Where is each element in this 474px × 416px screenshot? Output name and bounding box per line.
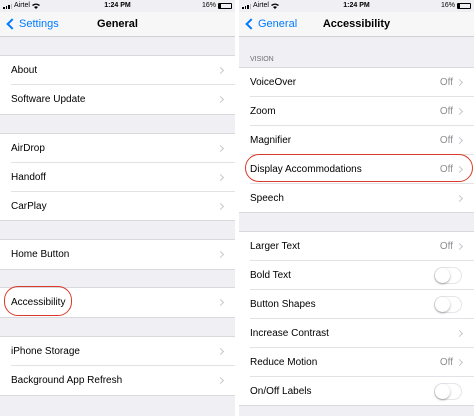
chevron-right-icon (216, 202, 225, 211)
list-item-home-button[interactable]: Home Button (0, 240, 235, 269)
list-item-voiceover[interactable]: VoiceOver Off (239, 68, 474, 97)
list-item-reduce-motion[interactable]: Reduce Motion Off (239, 348, 474, 377)
list-item-label: Background App Refresh (11, 375, 123, 386)
nav-bar: Settings General (0, 12, 235, 37)
toggle-knob (435, 384, 450, 399)
list-item-speech[interactable]: Speech (239, 184, 474, 213)
chevron-right-icon (455, 329, 464, 338)
battery-percent: 16% (201, 2, 216, 9)
list-item-label: Increase Contrast (250, 328, 329, 339)
list-item-label: On/Off Labels (250, 386, 312, 397)
list-item-software-update[interactable]: Software Update (0, 85, 235, 114)
chevron-right-icon (455, 107, 464, 116)
chevron-right-icon (216, 376, 225, 385)
list-item-label: Larger Text (250, 241, 300, 252)
list-item-value: Off (439, 135, 453, 146)
list-item-label: Display Accommodations (250, 164, 362, 175)
settings-group: About Software Update (0, 55, 235, 115)
list-item-carplay[interactable]: CarPlay (0, 192, 235, 221)
list-item-about[interactable]: About (0, 56, 235, 85)
list-item-value: Off (439, 77, 453, 88)
chevron-right-icon (455, 242, 464, 251)
button-shapes-toggle[interactable] (434, 296, 462, 313)
list-item-label: VoiceOver (250, 77, 297, 88)
list-item-on-off-labels: On/Off Labels (239, 377, 474, 406)
list-item-zoom[interactable]: Zoom Off (239, 97, 474, 126)
battery-percent: 16% (440, 2, 455, 9)
page-title: General (97, 18, 138, 30)
nav-bar: General Accessibility (239, 12, 474, 37)
chevron-right-icon (216, 144, 225, 153)
status-time: 1:24 PM (104, 2, 131, 9)
general-screen: Airtel 1:24 PM 16% Settings General Abou… (0, 0, 235, 416)
bold-text-toggle[interactable] (434, 267, 462, 284)
chevron-right-icon (455, 165, 464, 174)
settings-group: iPhone Storage Background App Refresh (0, 336, 235, 396)
status-bar: Airtel 1:24 PM 16% (239, 0, 474, 12)
chevron-right-icon (455, 194, 464, 203)
list-item-bold-text: Bold Text (239, 261, 474, 290)
list-item-label: Bold Text (250, 270, 291, 281)
on-off-labels-toggle[interactable] (434, 383, 462, 400)
battery-icon (218, 2, 232, 9)
toggle-knob (435, 297, 450, 312)
list-item-background-app-refresh[interactable]: Background App Refresh (0, 366, 235, 395)
list-item-iphone-storage[interactable]: iPhone Storage (0, 337, 235, 366)
list-item-value: Off (439, 164, 453, 175)
chevron-right-icon (455, 78, 464, 87)
list-item-label: Software Update (11, 94, 86, 105)
chevron-right-icon (216, 250, 225, 259)
list-item-accessibility[interactable]: Accessibility (0, 288, 235, 317)
list-item-button-shapes: Button Shapes (239, 290, 474, 319)
list-item-label: AirDrop (11, 143, 45, 154)
settings-group: Larger Text Off Bold Text Button Shapes … (239, 231, 474, 406)
list-item-label: iPhone Storage (11, 346, 80, 357)
chevron-right-icon (455, 136, 464, 145)
chevron-right-icon (216, 66, 225, 75)
list-item-label: CarPlay (11, 201, 47, 212)
list-item-magnifier[interactable]: Magnifier Off (239, 126, 474, 155)
list-item-handoff[interactable]: Handoff (0, 163, 235, 192)
list-item-larger-text[interactable]: Larger Text Off (239, 232, 474, 261)
settings-group: Accessibility (0, 287, 235, 318)
section-header-vision: VISION (250, 56, 274, 63)
chevron-right-icon (216, 347, 225, 356)
battery-icon (457, 2, 471, 9)
list-item-value: Off (439, 241, 453, 252)
accessibility-screen: Airtel 1:24 PM 16% General Accessibility… (239, 0, 474, 416)
list-item-label: Magnifier (250, 135, 292, 146)
chevron-right-icon (216, 298, 225, 307)
list-item-value: Off (439, 357, 453, 368)
page-title: Accessibility (322, 18, 391, 30)
chevron-right-icon (216, 173, 225, 182)
status-time: 1:24 PM (343, 2, 370, 9)
list-item-label: Speech (250, 193, 284, 204)
settings-group: VoiceOver Off Zoom Off Magnifier Off Dis… (239, 67, 474, 213)
list-item-value: Off (439, 106, 453, 117)
chevron-right-icon (455, 358, 464, 367)
list-item-label: Reduce Motion (250, 357, 318, 368)
list-item-label: Home Button (11, 249, 70, 260)
settings-group: Home Button (0, 239, 235, 270)
settings-group: AirDrop Handoff CarPlay (0, 133, 235, 221)
list-item-label: About (11, 65, 38, 76)
list-item-label: Handoff (11, 172, 46, 183)
list-item-increase-contrast[interactable]: Increase Contrast (239, 319, 474, 348)
list-item-label: Accessibility (11, 297, 66, 308)
list-item-label: Zoom (250, 106, 276, 117)
status-bar: Airtel 1:24 PM 16% (0, 0, 235, 12)
list-item-label: Button Shapes (250, 299, 316, 310)
list-item-airdrop[interactable]: AirDrop (0, 134, 235, 163)
chevron-right-icon (216, 95, 225, 104)
list-item-display-accommodations[interactable]: Display Accommodations Off (239, 155, 474, 184)
toggle-knob (435, 268, 450, 283)
